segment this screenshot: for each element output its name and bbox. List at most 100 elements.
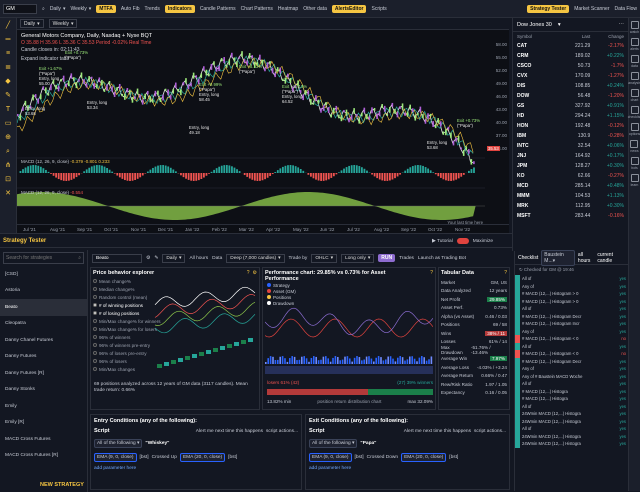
brush-tool-icon[interactable]: ✎ [4,92,12,100]
menu-icon[interactable]: ⋯ [619,22,625,28]
time-axis[interactable]: Jul '21Aug '21Sep '21Oct '21Nov '21Dec '… [17,224,509,233]
options-tool[interactable]: options [629,123,640,136]
script-actions-link[interactable]: script actions... [474,429,506,434]
data-depth-select[interactable]: Deep (7,000 candles)▾ [226,254,284,263]
watchlist-row[interactable]: CVX170.09-1.27% [513,71,628,81]
analysis-tool[interactable]: analysis [628,72,640,85]
watchlist-row[interactable]: JPM128.27+0.30% [513,161,628,171]
strategy-item[interactable]: Danny Futures [0,349,87,366]
text-tool-icon[interactable]: T [4,106,12,114]
help-icon[interactable]: ? [430,270,433,282]
strategy-item[interactable]: Cleopatra [0,316,87,333]
alert-me-link[interactable]: Alert me next time this happens [196,429,263,434]
current-candle-checkbox[interactable]: current candle [597,252,625,264]
watch-tool[interactable]: watch [630,21,639,34]
chart-compare-select[interactable]: Weekly▾ [49,19,78,28]
price-axis[interactable]: 58.0055.0052.0049.0046.0043.0040.0037.00… [485,30,509,225]
checklist-row[interactable]: # MACD (12,...) Histogram < 0no [515,350,628,358]
edit-icon[interactable]: ✎ [154,256,158,261]
entry-right-indicator[interactable]: EMA (20, 0, close) [180,453,225,462]
magnet-tool-icon[interactable]: ⋔ [4,162,12,170]
toggle-candle-patterns[interactable]: Candle Patterns [200,6,236,12]
trades-button[interactable]: Trades [399,256,414,261]
shape-tool-icon[interactable]: ▭ [4,120,12,128]
watchlist-row[interactable]: GS327.92+0.91% [513,101,628,111]
checklist-row[interactable]: # MACD (12,...) Histograyes [515,395,628,403]
legend-item[interactable]: Drawdown [267,300,296,306]
price-chart[interactable]: Daily▾ Weekly▾ General Motors Company, D… [17,18,509,233]
add-parameter-link[interactable]: add parameter here [309,466,506,471]
checklist-row[interactable]: 24Wmin MACD (12,...) Histograyes [515,410,628,418]
exit-right-indicator[interactable]: EMA (20, 0, close) [401,453,446,462]
chevron-down-icon[interactable]: ▾ [558,22,561,28]
strategy-item[interactable]: Danny Stonks [0,382,87,399]
trash-tool-icon[interactable]: ✕ [4,190,12,198]
channel-tool-icon[interactable]: ≡ [4,50,12,58]
chart-timeframe-select[interactable]: Daily▾ [20,19,44,28]
data-flow-button[interactable]: Data Flow [614,6,637,12]
tf-daily[interactable]: Daily▾ [50,6,66,12]
watchlist-row[interactable]: DOW56.48-1.20% [513,91,628,101]
add-parameter-link[interactable]: add parameter here [94,466,298,471]
toggle-chart-patterns[interactable]: Chart Patterns [241,6,273,12]
strategy-name-field[interactable]: Beato [92,254,142,263]
symbol-input[interactable] [3,4,37,14]
checklist-row[interactable]: Any ofyes [515,283,628,291]
watchlist-row[interactable]: MMM104.53+1.13% [513,191,628,201]
toggle-alerts-editor[interactable]: AlertsEditor [332,5,367,13]
checklist-row[interactable]: All ofyes [515,380,628,388]
learn-tool[interactable]: learn [631,174,639,187]
bots-tool[interactable]: bots [631,157,639,170]
strategy-item[interactable]: MACD Cross Futures [R] [0,448,87,465]
hline-tool-icon[interactable]: ═ [4,36,12,44]
strategy-item[interactable]: Astoria [0,283,87,300]
toggle-heatmap[interactable]: Heatmap [278,6,298,12]
line-tool-icon[interactable]: ╱ [4,22,12,30]
watchlist-row[interactable]: IBM130.9-0.28% [513,131,628,141]
checklist-tool[interactable]: checklist [628,106,640,119]
watchlist-title[interactable]: Dow Jones 30 [517,22,552,28]
strategy-item[interactable]: Beato [0,299,87,316]
checklist-row[interactable]: Any ofyes [515,328,628,336]
checklist-row[interactable]: All ofyes [515,403,628,411]
watchlist-row[interactable]: MRK112.95+0.30% [513,201,628,211]
maximize-toggle[interactable] [457,238,469,244]
watchlist-row[interactable]: HON192.48-0.12% [513,121,628,131]
checklist-row[interactable]: 24Wmin MACD (12,...) Histograyes [515,440,628,448]
checklist-row[interactable]: # MACD (12,...) Histogram Decryes [515,358,628,366]
checklist-row[interactable]: # MACD (12,...) Histogram > 0yes [515,298,628,306]
checklist-row[interactable]: # MACD (12,...) Histogram > 0yes [515,290,628,298]
chart-tool[interactable]: chart [631,89,639,102]
watchlist-row[interactable]: CSCO50.73-1.7% [513,61,628,71]
refresh-icon[interactable]: ↻ [519,267,523,272]
new-strategy-button[interactable]: NEW STRATEGY [40,482,84,488]
checklist-row[interactable]: # MACD (12,...) Histogram < 0no [515,335,628,343]
zoom-tool-icon[interactable]: ⌕ [4,148,12,156]
settings-icon[interactable]: ⚙ [146,256,150,261]
strategy-tester-button[interactable]: Strategy Tester [527,5,569,13]
strategy-item[interactable]: MACD Cross Futures [0,431,87,448]
checklist-row[interactable]: Any ofyes [515,365,628,373]
checklist-row[interactable]: All ofyes [515,305,628,313]
watchlist-row[interactable]: CRM189.02+0.22% [513,51,628,61]
toggle-indicators[interactable]: Indicators [165,5,195,13]
tutorial-button[interactable]: ▶ Tutorial [432,239,453,244]
search-icon[interactable]: ⌕ [42,6,45,12]
data-tool[interactable]: data [631,55,639,68]
timeframe-select[interactable]: Daily▾ [162,254,185,263]
group-select[interactable]: All of the following ▾ [309,439,357,448]
watchlist-header[interactable]: Dow Jones 30 ▾ ⋯ [513,18,628,32]
strategy-item[interactable]: Emily [R] [0,415,87,432]
news-tool[interactable]: news [630,140,638,153]
measure-tool-icon[interactable]: ⊕ [4,134,12,142]
strategy-item[interactable]: [CSD] [0,266,87,283]
toggle-mtfa[interactable]: MTFA [96,5,116,13]
checklist-row[interactable]: Any of # Baustein MACD Wocheyes [515,373,628,381]
checklist-row[interactable]: 24Wmin MACD (12,...) Histograyes [515,418,628,426]
checklist-row[interactable]: # MACD (12,...) Histograyes [515,388,628,396]
checklist-row[interactable]: 24Wmin MACD (12,...) Histograyes [515,433,628,441]
direction-select[interactable]: Long only▾ [341,254,374,263]
toggle-other-data[interactable]: Other data [303,6,327,12]
market-scanner-button[interactable]: Market Scanner [574,6,609,12]
strategy-item[interactable]: Danny Chanel Futures [0,332,87,349]
